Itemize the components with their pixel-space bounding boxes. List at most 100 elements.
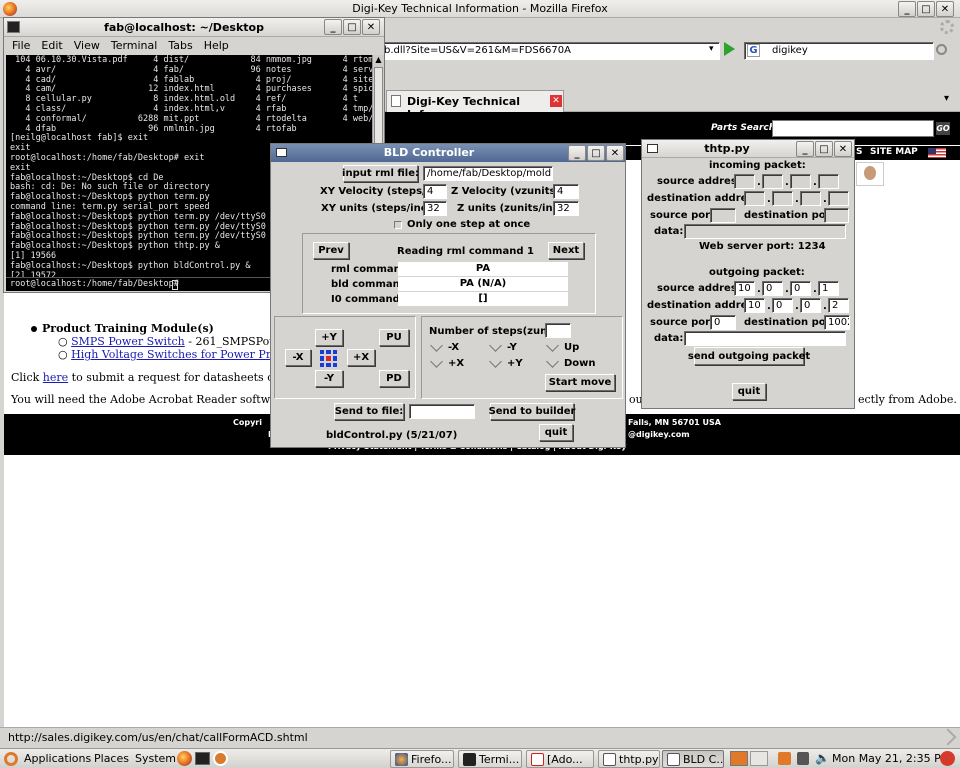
in-src-octet-4[interactable] (818, 174, 839, 189)
volume-icon[interactable]: 🔈 (815, 751, 830, 765)
tab-close-icon[interactable]: ✕ (550, 95, 562, 107)
out-destination-port-field[interactable]: 1002 (824, 315, 850, 330)
in-dst-octet-1[interactable] (744, 191, 765, 206)
pu-button[interactable]: PU (379, 329, 409, 346)
firefox-close-button[interactable]: ✕ (936, 1, 954, 17)
places-menu[interactable]: Places (94, 752, 129, 765)
thtp-maximize-button[interactable]: □ (815, 141, 833, 157)
send-to-builder-button[interactable]: Send to builder (489, 403, 575, 420)
in-destination-port-field[interactable] (824, 208, 849, 223)
radio-up[interactable]: Up (545, 339, 579, 353)
firefox-minimize-button[interactable]: _ (898, 1, 916, 17)
thtp-minimize-button[interactable]: _ (796, 141, 814, 157)
network-icon[interactable] (797, 752, 809, 765)
in-src-octet-3[interactable] (790, 174, 811, 189)
active-tab[interactable]: Digi-Key Technical Infor... ✕ (386, 90, 564, 121)
us-flag-icon[interactable] (928, 148, 946, 158)
search-magnifier-icon[interactable] (936, 44, 947, 55)
workspace-2[interactable] (750, 751, 768, 766)
bld-close-button[interactable]: ✕ (606, 145, 624, 161)
prev-button[interactable]: Prev (313, 242, 349, 259)
minus-x-button[interactable]: -X (285, 349, 311, 366)
out-src-octet-3[interactable]: 0 (790, 281, 811, 296)
help-launcher-icon[interactable] (213, 751, 228, 766)
task-firefox[interactable]: Firefo... (390, 750, 454, 768)
ubuntu-logo-icon[interactable] (4, 752, 18, 766)
next-button[interactable]: Next (548, 242, 584, 259)
pd-button[interactable]: PD (379, 370, 409, 387)
in-dst-octet-4[interactable] (828, 191, 849, 206)
z-velocity-field[interactable]: 4 (553, 184, 579, 199)
google-icon[interactable]: G (747, 44, 760, 57)
firefox-launcher-icon[interactable] (177, 751, 192, 766)
in-source-port-field[interactable] (710, 208, 736, 223)
bld-maximize-button[interactable]: □ (587, 145, 605, 161)
in-data-field[interactable] (684, 224, 846, 239)
menu-edit[interactable]: Edit (41, 39, 62, 55)
steps-field[interactable] (545, 323, 571, 338)
radio-plus-y[interactable]: +Y (488, 355, 523, 369)
menu-terminal[interactable]: Terminal (111, 39, 158, 55)
shutdown-icon[interactable] (940, 751, 955, 766)
task-bld[interactable]: BLD C... (662, 750, 724, 768)
input-rml-field[interactable]: /home/fab/Desktop/mold.rml (423, 166, 553, 181)
terminal-launcher-icon[interactable] (195, 752, 210, 765)
applications-menu[interactable]: Applications (24, 752, 91, 765)
smps-link[interactable]: SMPS Power Switch (71, 335, 185, 348)
thtp-quit-button[interactable]: quit (732, 383, 766, 400)
site-map-link[interactable]: SITE MAP (870, 147, 918, 157)
nav-fragment-right[interactable]: S (856, 147, 862, 157)
workspace-1[interactable] (730, 751, 748, 766)
send-file-field[interactable] (409, 404, 475, 419)
menu-view[interactable]: View (74, 39, 100, 55)
menu-file[interactable]: File (12, 39, 30, 55)
plus-y-button[interactable]: +Y (315, 329, 343, 346)
z-units-field[interactable]: 32 (553, 201, 579, 216)
terminal-minimize-button[interactable]: _ (324, 19, 342, 35)
high-voltage-link[interactable]: High Voltage Switches for Power Proces (71, 348, 296, 361)
send-outgoing-button[interactable]: send outgoing packet (688, 347, 810, 365)
plus-x-button[interactable]: +X (347, 349, 375, 366)
radio-minus-x[interactable]: -X (429, 339, 459, 353)
radio-minus-y[interactable]: -Y (488, 339, 517, 353)
out-dst-octet-1[interactable]: 10 (744, 298, 765, 313)
system-menu[interactable]: System (135, 752, 176, 765)
menu-help[interactable]: Help (204, 39, 229, 55)
out-source-port-field[interactable]: 0 (710, 315, 736, 330)
one-step-checkbox[interactable] (394, 221, 402, 229)
chat-avatar[interactable] (856, 162, 884, 186)
xy-units-field[interactable]: 32 (423, 201, 447, 216)
clock[interactable]: Mon May 21, 2:35 PM (832, 752, 950, 765)
scroll-up-icon[interactable]: ▲ (373, 55, 384, 67)
terminal-close-button[interactable]: ✕ (362, 19, 380, 35)
go-arrow-icon[interactable] (724, 42, 735, 56)
minus-y-button[interactable]: -Y (315, 370, 343, 387)
send-to-file-button[interactable]: Send to file: (334, 403, 404, 420)
in-dst-octet-3[interactable] (800, 191, 821, 206)
firefox-maximize-button[interactable]: □ (917, 1, 935, 17)
out-dst-octet-3[interactable]: 0 (800, 298, 821, 313)
xy-velocity-field[interactable]: 4 (423, 184, 447, 199)
parts-search-input[interactable] (772, 120, 934, 137)
task-terminal[interactable]: Termi... (458, 750, 522, 768)
parts-search-go-button[interactable]: GO (936, 122, 950, 135)
task-thtp[interactable]: thtp.py (598, 750, 660, 768)
in-src-octet-1[interactable] (734, 174, 755, 189)
bld-minimize-button[interactable]: _ (568, 145, 586, 161)
menu-tabs[interactable]: Tabs (168, 39, 192, 55)
in-dst-octet-2[interactable] (772, 191, 793, 206)
url-dropdown-icon[interactable]: ▾ (709, 44, 714, 54)
radio-down[interactable]: Down (545, 355, 596, 369)
out-dst-octet-2[interactable]: 0 (772, 298, 793, 313)
start-move-button[interactable]: Start move (545, 374, 615, 391)
input-rml-button[interactable]: input rml file: (342, 165, 419, 182)
out-src-octet-1[interactable]: 10 (734, 281, 755, 296)
thtp-close-button[interactable]: ✕ (834, 141, 852, 157)
out-dst-octet-4[interactable]: 2 (828, 298, 849, 313)
radio-plus-x[interactable]: +X (429, 355, 464, 369)
update-notifier-icon[interactable] (778, 752, 791, 765)
search-engine-field[interactable]: digikey (744, 42, 934, 60)
terminal-maximize-button[interactable]: □ (343, 19, 361, 35)
out-data-field[interactable] (684, 331, 846, 346)
task-adobe[interactable]: [Ado... (526, 750, 594, 768)
